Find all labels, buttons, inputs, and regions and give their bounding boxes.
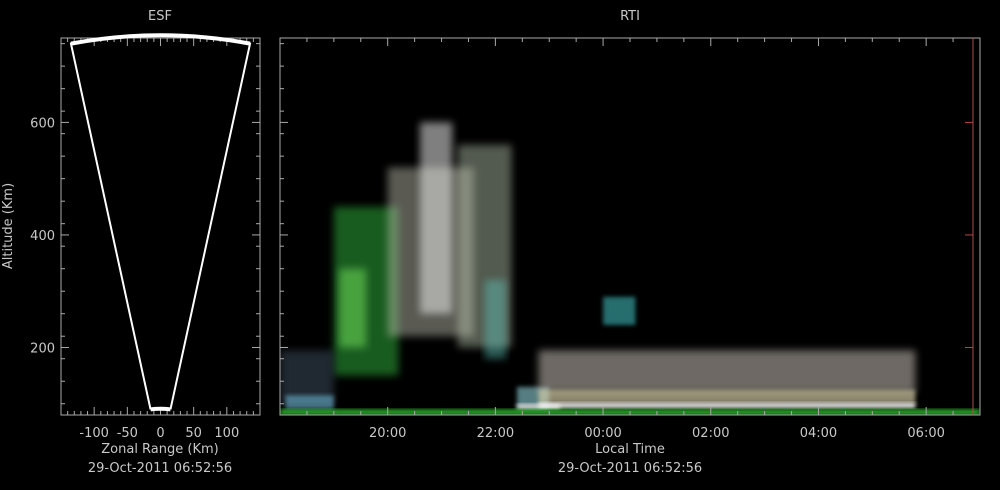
esf-y-tick-label: 600 <box>30 116 55 131</box>
esf-x-tick-label: -50 <box>117 426 138 441</box>
rti-x-tick-label: 20:00 <box>369 426 406 441</box>
esf-timestamp: 29-Oct-2011 06:52:56 <box>88 461 232 476</box>
rti-echo-region <box>603 296 636 325</box>
esf-y-tick-label: 200 <box>30 341 55 356</box>
esf-x-tick-label: -100 <box>79 426 109 441</box>
rti-echo-region <box>339 268 367 348</box>
rti-title: RTI <box>620 9 640 24</box>
rti-panel: RTI 20:00 22:00 00:00 02:00 04:00 06:00 Local… <box>279 9 981 476</box>
rti-timestamp: 29-Oct-2011 06:52:56 <box>558 461 702 476</box>
esf-title: ESF <box>148 9 172 24</box>
esf-panel: ESF -100 -50 0 50 100 200 400 600 Zonal Range … <box>1 9 261 476</box>
esf-x-tick-label: 100 <box>214 426 239 441</box>
esf-x-tick-label: 0 <box>156 426 164 441</box>
rti-echo-region <box>420 122 453 314</box>
esf-x-tick-label: 50 <box>185 426 202 441</box>
rti-echo-region <box>484 279 507 359</box>
rti-x-tick-label: 02:00 <box>692 426 729 441</box>
esf-plot-frame <box>60 37 261 416</box>
rti-echo-region <box>285 395 334 410</box>
rti-x-label: Local Time <box>595 442 665 457</box>
chart-canvas: ESF -100 -50 0 50 100 200 400 600 Zonal Range … <box>1 9 981 476</box>
esf-y-label: Altitude (Km) <box>1 183 16 269</box>
rti-echo-region <box>538 402 916 409</box>
esf-x-label: Zonal Range (Km) <box>101 442 218 457</box>
rti-x-tick-label: 22:00 <box>477 426 514 441</box>
esf-y-tick-label: 400 <box>30 229 55 244</box>
esf-beam-bottom-arc <box>150 406 171 412</box>
rti-x-tick-label: 00:00 <box>584 426 621 441</box>
rti-echo-region <box>538 389 916 404</box>
rti-echo-region <box>538 350 916 393</box>
rti-x-tick-label: 06:00 <box>907 426 944 441</box>
rti-x-tick-label: 04:00 <box>800 426 837 441</box>
